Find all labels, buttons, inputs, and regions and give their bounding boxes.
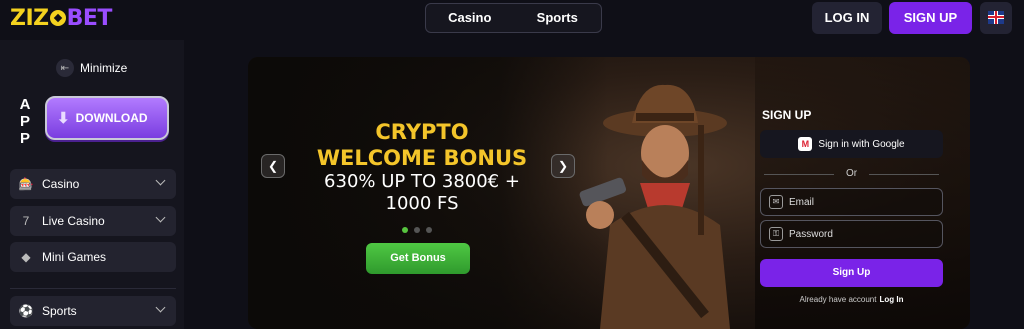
football-icon: ⚽ (18, 304, 34, 318)
gmail-icon: M (798, 137, 813, 151)
promo-sub-line: 1000 FS (385, 193, 459, 214)
already-have-account: Already have account Log In (760, 295, 943, 304)
uk-flag-icon (988, 11, 1004, 24)
download-arrow-icon: ⬇ (57, 110, 70, 127)
logo-text-part2: BET (66, 6, 113, 31)
get-bonus-button[interactable]: Get Bonus (366, 243, 470, 274)
sidebar-item-casino[interactable]: 🎰 Casino (10, 169, 176, 199)
slide-dot[interactable] (426, 227, 432, 233)
already-text: Already have account (799, 295, 877, 304)
collapse-icon: ⇤ (56, 59, 74, 77)
language-selector[interactable] (980, 2, 1012, 34)
app-letter: P (19, 113, 30, 130)
top-bar: ZIZ BET Casino Sports LOG IN SIGN UP (0, 0, 1024, 40)
password-placeholder: Password (789, 228, 833, 240)
login-link[interactable]: Log In (879, 295, 903, 304)
promo-title-line: WELCOME BONUS (316, 146, 528, 170)
next-slide-button[interactable]: ❯ (551, 154, 575, 178)
chevron-down-icon (155, 302, 166, 313)
password-field[interactable]: ⚿ Password (760, 220, 943, 248)
minimize-button[interactable]: ⇤ Minimize (56, 58, 127, 78)
sidebar-item-label: Sports (42, 304, 77, 318)
app-letter: A (19, 96, 31, 113)
login-button[interactable]: LOG IN (812, 2, 882, 34)
cowboy-illustration (579, 84, 730, 329)
mail-icon: ✉ (769, 195, 783, 209)
chevron-left-icon: ❮ (267, 159, 279, 173)
promo-title-line: CRYPTO (375, 120, 469, 144)
signup-form: SIGN UP M Sign in with Google Or ✉ Email… (760, 100, 950, 320)
signup-button[interactable]: SIGN UP (889, 2, 972, 34)
app-label: A P P (18, 96, 32, 147)
app-letter: P (19, 130, 30, 147)
google-signin-label: Sign in with Google (818, 138, 905, 150)
sidebar-item-label: Casino (42, 177, 80, 191)
sidebar: ⇤ Minimize A P P ⬇ DOWNLOAD 🎰 Casino 7 L… (0, 40, 184, 329)
sidebar-item-live-casino[interactable]: 7 Live Casino (10, 206, 176, 236)
mode-switch: Casino Sports (425, 3, 602, 33)
logo-o-icon (49, 10, 66, 26)
sidebar-item-mini-games[interactable]: ◆ Mini Games (10, 242, 176, 272)
sidebar-item-sports[interactable]: ⚽ Sports (10, 296, 176, 326)
tab-sports[interactable]: Sports (514, 4, 602, 32)
google-signin-button[interactable]: M Sign in with Google (760, 130, 943, 158)
sidebar-item-label: Mini Games (42, 250, 107, 264)
download-app-button[interactable]: ⬇ DOWNLOAD (45, 96, 169, 140)
promo-subtitle: 630% UP TO 3800€ + 1000 FS (288, 171, 556, 215)
key-icon: ⚿ (769, 227, 783, 241)
zizobet-logo[interactable]: ZIZ BET (10, 6, 112, 31)
promo-sub-line: 630% UP TO 3800€ + (324, 171, 520, 192)
sidebar-divider (10, 288, 176, 289)
diamond-icon: ◆ (21, 250, 31, 264)
sidebar-item-label: Live Casino (42, 214, 105, 228)
slide-indicators (402, 227, 432, 233)
signup-form-title: SIGN UP (762, 108, 812, 122)
live-seven-icon: 7 (22, 214, 30, 228)
logo-text-part1: ZIZ (10, 6, 49, 31)
minimize-label: Minimize (80, 61, 128, 75)
slide-dot[interactable] (414, 227, 420, 233)
chevron-down-icon (155, 175, 166, 186)
chevron-down-icon (155, 212, 166, 223)
slide-dot[interactable] (402, 227, 408, 233)
download-label: DOWNLOAD (75, 111, 148, 125)
chevron-right-icon: ❯ (557, 159, 569, 173)
email-field[interactable]: ✉ Email (760, 188, 943, 216)
slot-machine-icon: 🎰 (18, 177, 34, 191)
or-divider: Or (760, 168, 943, 179)
signup-submit-button[interactable]: Sign Up (760, 259, 943, 287)
prev-slide-button[interactable]: ❮ (261, 154, 285, 178)
tab-casino[interactable]: Casino (426, 4, 514, 32)
promo-title: CRYPTO WELCOME BONUS (288, 119, 556, 171)
email-placeholder: Email (789, 196, 815, 208)
